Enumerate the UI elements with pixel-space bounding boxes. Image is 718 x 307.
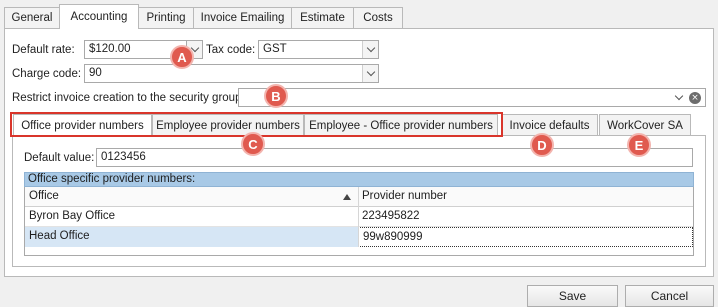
tab-printing[interactable]: Printing <box>138 7 194 28</box>
tab-invoice-defaults[interactable]: Invoice defaults <box>501 114 598 136</box>
provider-grid: Office Provider number Byron Bay Office … <box>24 187 694 256</box>
callout-d: D <box>530 133 554 157</box>
tab-accounting[interactable]: Accounting <box>59 4 139 29</box>
provider-number-cell: 223495822 <box>362 210 420 222</box>
save-button[interactable]: Save <box>527 285 618 307</box>
column-separator <box>358 187 359 247</box>
clear-icon[interactable]: × <box>689 92 701 104</box>
group-header: Office specific provider numbers: <box>24 172 694 187</box>
callout-a: A <box>170 45 194 69</box>
table-row[interactable]: Byron Bay Office 223495822 <box>25 207 693 227</box>
grid-header-row: Office Provider number <box>25 187 693 207</box>
tab-estimate[interactable]: Estimate <box>291 7 354 28</box>
table-row-selected[interactable]: Head Office 99w890999 <box>25 227 693 247</box>
column-header-office[interactable]: Office <box>25 187 358 207</box>
callout-c: C <box>241 132 265 156</box>
cancel-button[interactable]: Cancel <box>625 285 714 307</box>
provider-number-cell-editing[interactable]: 99w890999 <box>358 227 693 247</box>
restrict-group-label: Restrict invoice creation to the securit… <box>12 92 245 104</box>
callout-e: E <box>627 133 651 157</box>
tax-code-label: Tax code: <box>206 44 256 56</box>
tab-employee-office-provider-numbers[interactable]: Employee - Office provider numbers <box>304 114 498 136</box>
charge-code-select[interactable]: 90 <box>84 64 379 83</box>
tab-invoice-emailing[interactable]: Invoice Emailing <box>193 7 292 28</box>
security-group-select[interactable] <box>238 88 706 107</box>
tab-office-provider-numbers[interactable]: Office provider numbers <box>13 114 152 136</box>
column-header-provider-number[interactable]: Provider number <box>358 187 693 207</box>
tab-costs[interactable]: Costs <box>353 7 403 28</box>
chevron-down-icon[interactable] <box>672 90 686 104</box>
office-cell: Byron Bay Office <box>29 210 116 222</box>
default-value-field[interactable]: 0123456 <box>96 148 693 167</box>
chevron-down-icon <box>362 41 378 58</box>
office-cell: Head Office <box>29 230 90 242</box>
tab-employee-provider-numbers[interactable]: Employee provider numbers <box>152 114 304 136</box>
tab-general[interactable]: General <box>4 7 60 28</box>
default-value-label: Default value: <box>24 152 95 164</box>
tab-workcover-sa[interactable]: WorkCover SA <box>599 114 691 136</box>
callout-b: B <box>264 84 288 108</box>
charge-code-label: Charge code: <box>12 68 82 80</box>
tax-code-select[interactable]: GST <box>258 40 379 59</box>
default-rate-label: Default rate: <box>12 44 75 56</box>
sort-ascending-icon <box>343 194 351 200</box>
chevron-down-icon <box>362 65 378 82</box>
